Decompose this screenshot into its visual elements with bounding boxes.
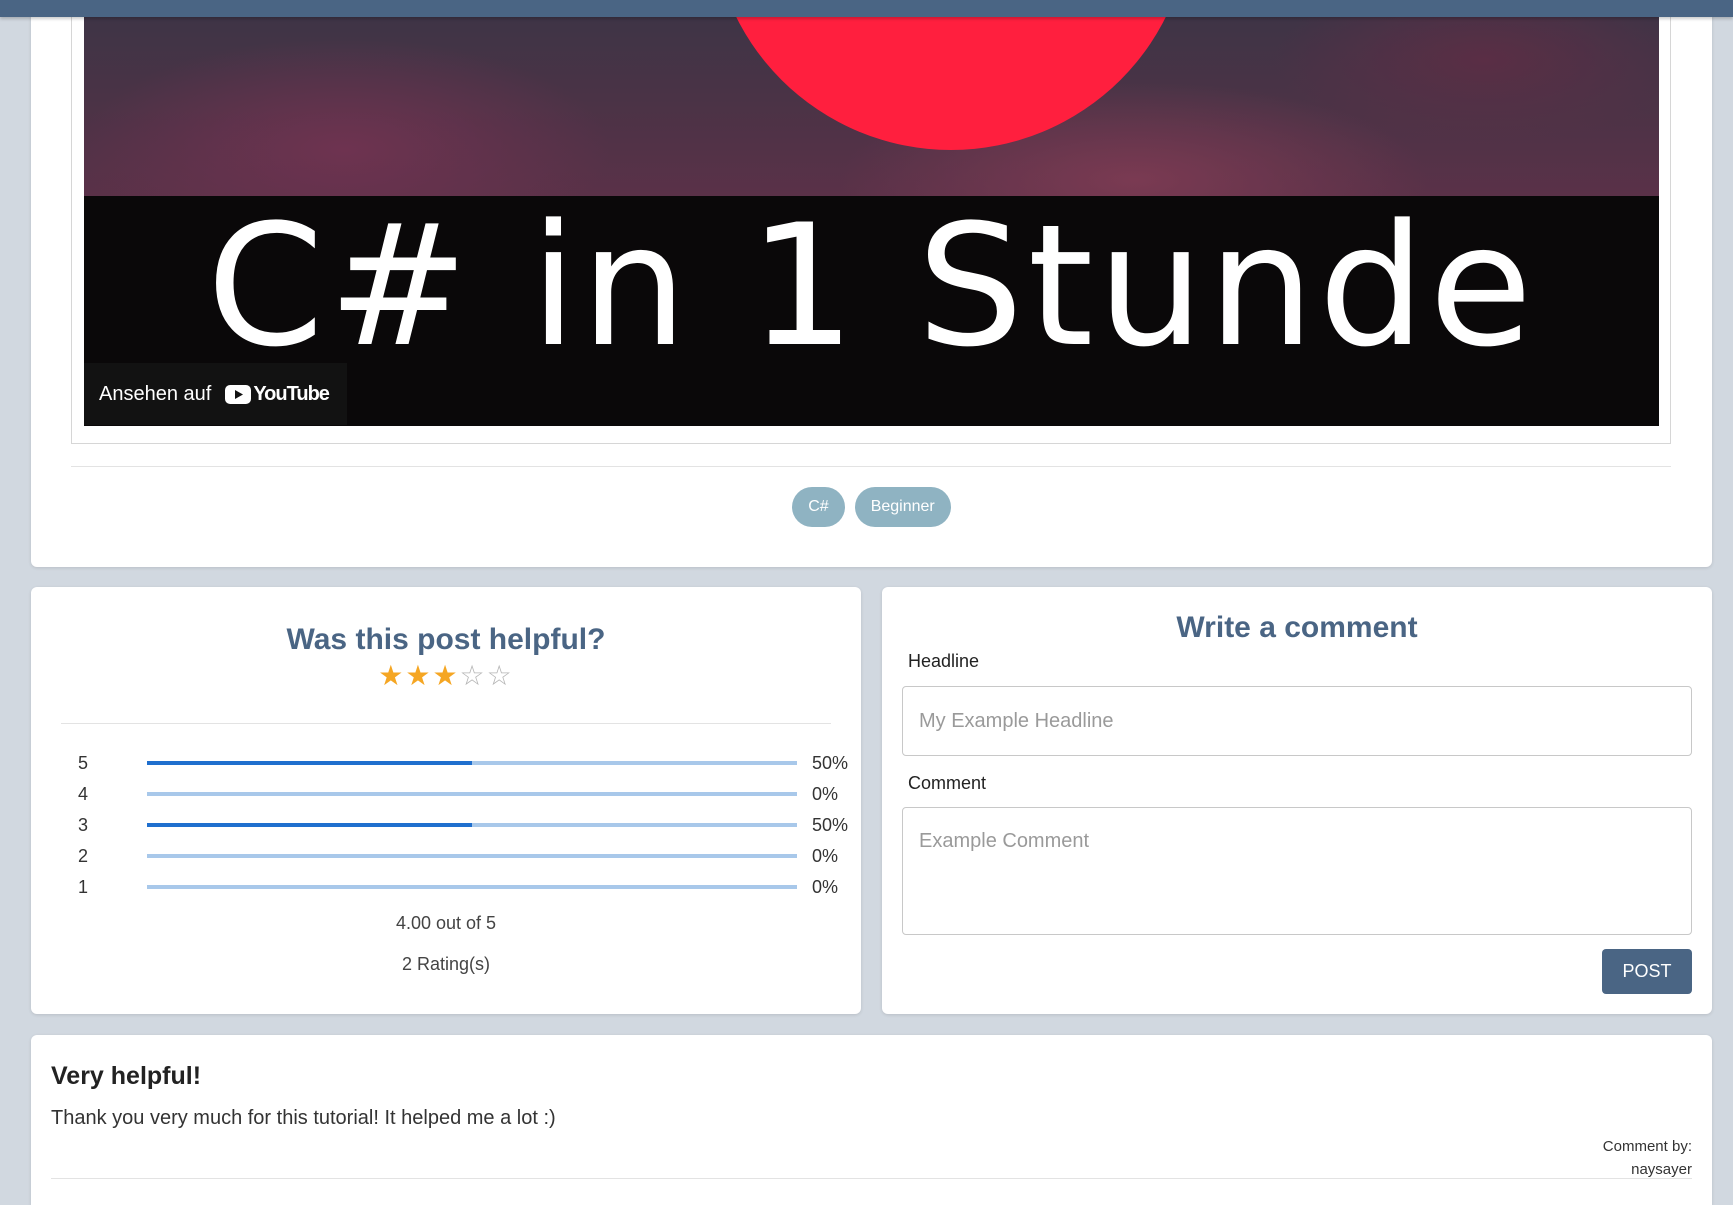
rating-row-percent: 0% — [812, 783, 839, 804]
rating-count: 2 Rating(s) — [401, 954, 491, 974]
rating-row-label: 2 — [78, 845, 89, 866]
rating-row-1: 1 0% — [78, 875, 848, 899]
rating-bar — [147, 792, 797, 796]
comment-form-title: Write a comment — [1176, 611, 1418, 644]
tag-beginner[interactable]: Beginner — [854, 487, 951, 527]
rating-bar-fill — [147, 823, 472, 827]
star-rating[interactable]: ★★★☆☆ — [31, 659, 861, 692]
rating-row-4: 4 0% — [78, 782, 848, 806]
headline-label: Headline — [908, 651, 980, 671]
video-thumbnail-title: C# in 1 Stunde — [206, 188, 1537, 384]
watch-on-youtube-button[interactable]: Ansehen auf YouTube — [84, 363, 347, 425]
post-card: C# in 1 Stunde Ansehen auf YouTube C# Be… — [31, 0, 1712, 567]
video-embed[interactable]: C# in 1 Stunde Ansehen auf YouTube — [84, 0, 1659, 426]
rating-bar — [147, 854, 797, 858]
rating-row-label: 3 — [78, 814, 89, 835]
rating-row-label: 4 — [78, 783, 89, 804]
star-outline-icon-4[interactable]: ☆ — [460, 660, 487, 691]
star-icon-3[interactable]: ★ — [432, 660, 459, 691]
watch-on-label: Ansehen auf — [99, 382, 212, 405]
review-headline: Very helpful! — [51, 1062, 202, 1090]
rating-row-5: 5 50% — [78, 751, 848, 775]
rating-bar-fill — [147, 761, 472, 765]
tag-list: C# Beginner — [31, 487, 1712, 527]
comment-label: Comment — [908, 773, 987, 793]
rating-row-label: 5 — [78, 752, 89, 773]
rating-row-3: 3 50% — [78, 813, 848, 837]
rating-row-label: 1 — [78, 876, 89, 897]
tag-csharp[interactable]: C# — [792, 487, 845, 527]
star-icon-1[interactable]: ★ — [378, 660, 405, 691]
top-navbar — [0, 0, 1733, 17]
youtube-play-icon — [225, 384, 252, 404]
rating-bar — [147, 885, 797, 889]
rating-title: Was this post helpful? — [286, 623, 606, 656]
rating-card: Was this post helpful? ★★★☆☆ 5 50% 4 0% … — [31, 587, 861, 1014]
divider — [51, 1178, 1692, 1179]
divider — [61, 723, 831, 724]
review-attribution: Comment by: naysayer — [1603, 1135, 1692, 1181]
star-icon-2[interactable]: ★ — [405, 660, 432, 691]
comment-textarea[interactable] — [902, 807, 1692, 935]
star-outline-icon-5[interactable]: ☆ — [487, 660, 514, 691]
rating-row-percent: 50% — [811, 752, 848, 773]
youtube-wordmark: YouTube — [253, 382, 330, 405]
rating-row-percent: 0% — [812, 876, 839, 897]
rating-bar — [147, 761, 797, 765]
headline-input[interactable] — [902, 686, 1692, 756]
divider — [71, 466, 1671, 467]
comment-form-card: Write a comment Headline Comment POST — [882, 587, 1712, 1014]
rating-row-percent: 0% — [812, 845, 839, 866]
average-rating: 4.00 out of 5 — [395, 913, 497, 933]
youtube-logo: YouTube — [225, 382, 330, 406]
rating-row-2: 2 0% — [78, 844, 848, 868]
review-by-label: Comment by: — [1602, 1138, 1692, 1155]
rating-bar — [147, 823, 797, 827]
review-body: Thank you very much for this tutorial! I… — [51, 1107, 556, 1129]
review-card: Very helpful! Thank you very much for th… — [31, 1035, 1712, 1205]
post-button[interactable]: POST — [1602, 949, 1692, 994]
video-frame: C# in 1 Stunde Ansehen auf YouTube — [71, 0, 1671, 444]
rating-row-percent: 50% — [811, 814, 848, 835]
